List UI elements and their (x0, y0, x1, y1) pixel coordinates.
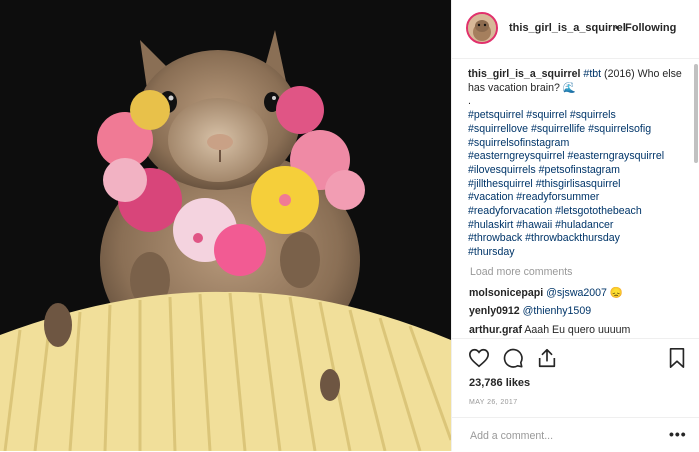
caption-hashtags: #petsquirrel #squirrel #squirrels #squir… (468, 109, 682, 260)
add-comment-input[interactable]: Add a comment... (470, 430, 553, 442)
add-comment-bar: Add a comment... ••• (452, 417, 699, 452)
squirrel-hula-image (0, 0, 451, 451)
comment-item: yenly0912 @thienhy1509 (469, 305, 591, 317)
comment-username[interactable]: arthur.graf (469, 324, 522, 336)
avatar[interactable] (466, 12, 498, 44)
comments-list[interactable]: this_girl_is_a_squirrel #tbt (2016) Who … (452, 60, 692, 338)
scrollbar-thumb[interactable] (694, 64, 698, 163)
header-separator: • (615, 22, 619, 34)
hashtag-line[interactable]: #readyforvacation #letsgotothebeach (468, 205, 682, 219)
post-side-panel: this_girl_is_a_squirrel • Following this… (451, 0, 699, 451)
heart-icon[interactable] (468, 347, 490, 369)
post-date[interactable]: MAY 26, 2017 (469, 399, 518, 406)
comment-text: Aaah Eu quero uuuum (524, 324, 631, 336)
comment-mention[interactable]: @sjswa2007 (546, 287, 607, 299)
caption-dot: . (468, 95, 471, 108)
sad-face-emoji-icon: 😞 (609, 287, 624, 299)
hashtag-line[interactable]: #squirrellove #squirrellife #squirrelsof… (468, 123, 682, 137)
comment-icon[interactable] (502, 347, 524, 369)
comment-item: arthur.graf Aaah Eu quero uuuum (469, 324, 630, 336)
hashtag-line[interactable]: #petsquirrel #squirrel #squirrels (468, 109, 682, 123)
header-username[interactable]: this_girl_is_a_squirrel (509, 22, 626, 34)
hashtag-line[interactable]: #thursday (468, 246, 682, 260)
hashtag-line[interactable]: #squirrelsofinstagram (468, 137, 682, 151)
hashtag-line[interactable]: #hulaskirt #hawaii #huladancer (468, 219, 682, 233)
likes-count[interactable]: 23,786 likes (469, 377, 530, 389)
more-options-icon[interactable]: ••• (669, 426, 687, 442)
hashtag-line[interactable]: #jillthesquirrel #thisgirlisasquirrel (468, 178, 682, 192)
wave-emoji-icon: 🌊 (562, 81, 577, 94)
hashtag-line[interactable]: #vacation #readyforsummer (468, 191, 682, 205)
comment-item: molsonicepapi @sjswa2007 😞 (469, 286, 623, 299)
post-photo[interactable] (0, 0, 451, 451)
caption-username[interactable]: this_girl_is_a_squirrel (468, 68, 580, 80)
comment-mention[interactable]: @thienhy1509 (523, 305, 591, 317)
comment-username[interactable]: yenly0912 (469, 305, 520, 317)
hashtag-line[interactable]: #easterngreysquirrel #easterngraysquirre… (468, 150, 682, 164)
bookmark-icon[interactable] (667, 347, 687, 369)
post-header: this_girl_is_a_squirrel • Following (452, 0, 699, 59)
caption-tbt-hashtag[interactable]: #tbt (583, 68, 601, 80)
post-actions: 23,786 likes MAY 26, 2017 Add a comment.… (452, 338, 699, 451)
following-button[interactable]: Following (625, 22, 676, 34)
caption: this_girl_is_a_squirrel #tbt (2016) Who … (468, 68, 682, 260)
hashtag-line[interactable]: #ilovesquirrels #petsofinstagram (468, 164, 682, 178)
comment-username[interactable]: molsonicepapi (469, 287, 543, 299)
hashtag-line[interactable]: #throwback #throwbackthursday (468, 232, 682, 246)
load-more-comments-button[interactable]: Load more comments (470, 266, 572, 278)
avatar-image (468, 14, 496, 42)
share-icon[interactable] (536, 347, 558, 369)
comments-scrollbar[interactable] (693, 60, 699, 165)
